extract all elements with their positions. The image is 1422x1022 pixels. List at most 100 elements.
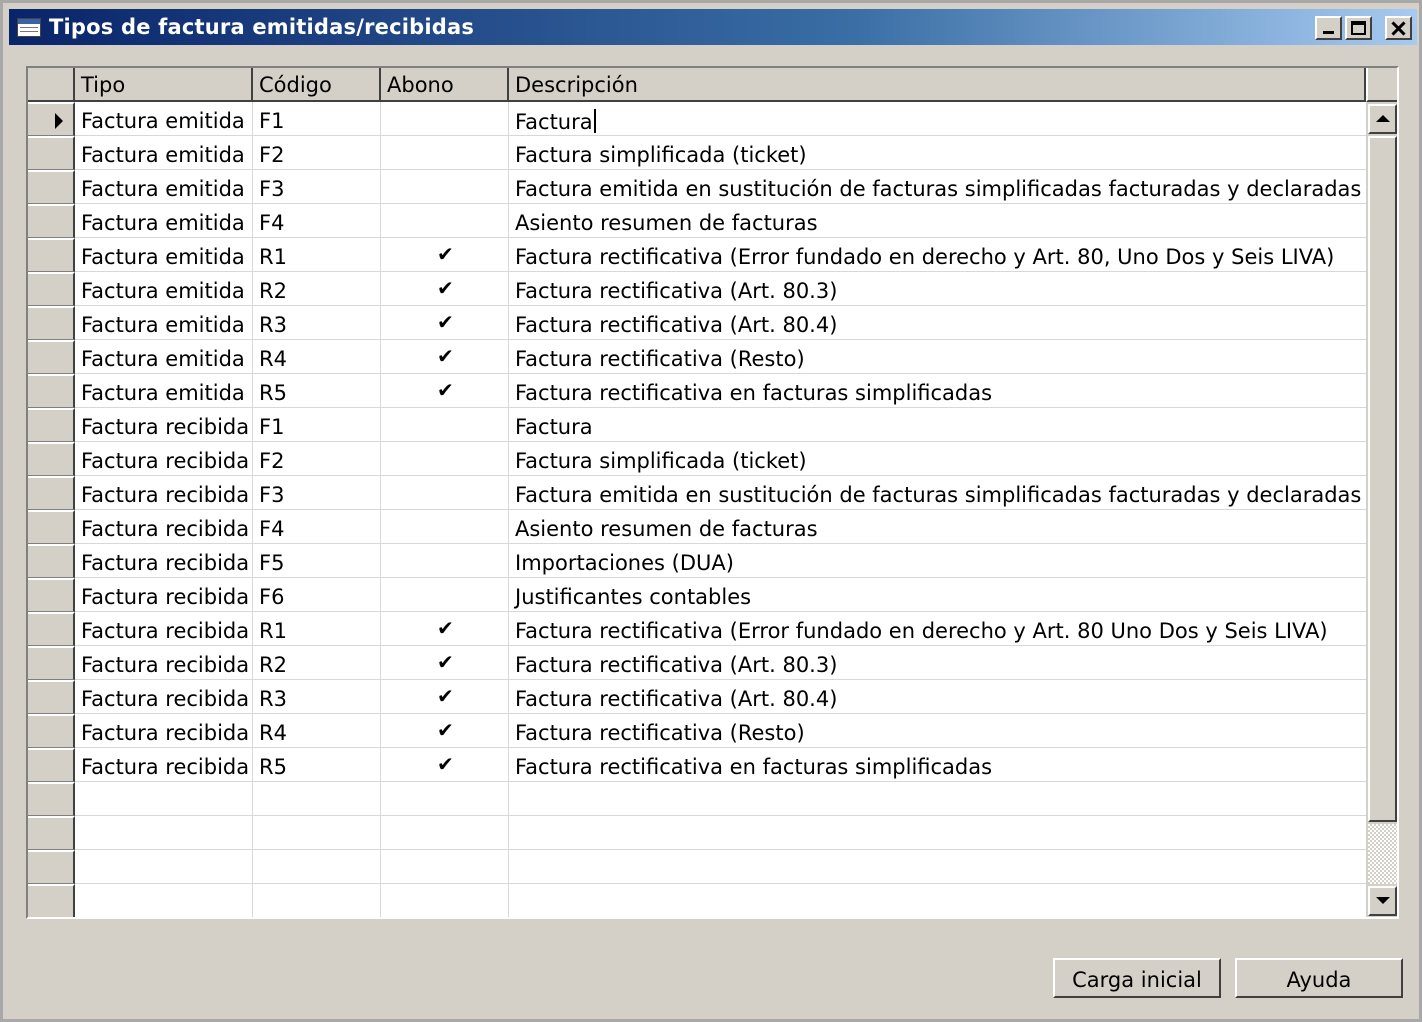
- row-selector[interactable]: [28, 510, 75, 544]
- empty-row[interactable]: [75, 850, 1366, 884]
- row-selector[interactable]: [28, 442, 75, 476]
- cell-descripcion[interactable]: [509, 782, 1366, 816]
- cell-tipo[interactable]: Factura recibida: [75, 510, 253, 544]
- table-row[interactable]: Factura emitida R5 Factura rectificativa e…: [75, 374, 1366, 408]
- table-row[interactable]: Factura emitida F2 Factura simplificada (t…: [75, 136, 1366, 170]
- row-selector[interactable]: [28, 816, 75, 850]
- cell-descripcion[interactable]: Factura simplificada (ticket): [509, 136, 1366, 170]
- cell-codigo[interactable]: F2: [253, 136, 381, 170]
- cell-codigo[interactable]: [253, 816, 381, 850]
- cell-tipo[interactable]: Factura emitida: [75, 374, 253, 408]
- cell-descripcion[interactable]: Factura rectificativa en facturas simpli…: [509, 748, 1366, 782]
- cell-descripcion[interactable]: Asiento resumen de facturas: [509, 510, 1366, 544]
- cell-abono[interactable]: [381, 816, 509, 850]
- table-row[interactable]: Factura emitida R1 Factura rectificativa (…: [75, 238, 1366, 272]
- cell-descripcion[interactable]: Factura rectificativa (Art. 80.3): [509, 272, 1366, 306]
- cell-descripcion[interactable]: Justificantes contables: [509, 578, 1366, 612]
- cell-abono[interactable]: [381, 102, 509, 136]
- cell-codigo[interactable]: R4: [253, 714, 381, 748]
- cell-tipo[interactable]: [75, 850, 253, 884]
- cell-descripcion[interactable]: Factura rectificativa (Error fundado en …: [509, 612, 1366, 646]
- table-row[interactable]: Factura recibida R5 Factura rectificativa …: [75, 748, 1366, 782]
- row-selector[interactable]: [28, 578, 75, 612]
- row-selector[interactable]: [28, 170, 75, 204]
- column-header-abono[interactable]: Abono: [381, 68, 509, 102]
- cell-codigo[interactable]: R1: [253, 238, 381, 272]
- cell-tipo[interactable]: Factura recibida: [75, 646, 253, 680]
- table-row[interactable]: Factura recibida F6 Justificantes contable…: [75, 578, 1366, 612]
- cell-abono[interactable]: [381, 510, 509, 544]
- grid-corner[interactable]: [28, 68, 75, 102]
- cell-descripcion[interactable]: [509, 884, 1366, 917]
- cell-tipo[interactable]: Factura emitida: [75, 102, 253, 136]
- cell-codigo[interactable]: R2: [253, 646, 381, 680]
- cell-tipo[interactable]: Factura recibida: [75, 442, 253, 476]
- cell-descripcion[interactable]: Factura rectificativa en facturas simpli…: [509, 374, 1366, 408]
- cell-tipo[interactable]: Factura emitida: [75, 306, 253, 340]
- cell-descripcion[interactable]: Factura rectificativa (Error fundado en …: [509, 238, 1366, 272]
- row-selector[interactable]: [28, 306, 75, 340]
- cell-descripcion[interactable]: Asiento resumen de facturas: [509, 204, 1366, 238]
- column-header-descripcion[interactable]: Descripción: [509, 68, 1366, 102]
- column-header-codigo[interactable]: Código: [253, 68, 381, 102]
- cell-codigo[interactable]: F3: [253, 170, 381, 204]
- table-row[interactable]: Factura recibida F1 Factura: [75, 408, 1366, 442]
- cell-descripcion[interactable]: Factura emitida en sustitución de factur…: [509, 170, 1366, 204]
- cell-abono[interactable]: [381, 782, 509, 816]
- cell-codigo[interactable]: R5: [253, 748, 381, 782]
- cell-abono[interactable]: [381, 442, 509, 476]
- cell-tipo[interactable]: Factura recibida: [75, 748, 253, 782]
- cell-tipo[interactable]: [75, 782, 253, 816]
- cell-codigo[interactable]: R4: [253, 340, 381, 374]
- cell-abono[interactable]: [381, 408, 509, 442]
- cell-descripcion[interactable]: Factura emitida en sustitución de factur…: [509, 476, 1366, 510]
- cell-codigo[interactable]: [253, 782, 381, 816]
- cell-codigo[interactable]: R3: [253, 306, 381, 340]
- cell-descripcion[interactable]: Factura simplificada (ticket): [509, 442, 1366, 476]
- cell-tipo[interactable]: Factura recibida: [75, 408, 253, 442]
- scroll-up-button[interactable]: [1368, 104, 1397, 134]
- row-selector[interactable]: [28, 850, 75, 884]
- column-header-tipo[interactable]: Tipo: [75, 68, 253, 102]
- row-selector[interactable]: [28, 884, 75, 917]
- cell-tipo[interactable]: Factura emitida: [75, 170, 253, 204]
- cell-descripcion[interactable]: Factura rectificativa (Art. 80.4): [509, 680, 1366, 714]
- row-selector[interactable]: [28, 544, 75, 578]
- cell-tipo[interactable]: Factura emitida: [75, 238, 253, 272]
- cell-codigo[interactable]: [253, 884, 381, 917]
- cell-tipo[interactable]: [75, 816, 253, 850]
- cell-tipo[interactable]: Factura recibida: [75, 544, 253, 578]
- row-selector[interactable]: [28, 374, 75, 408]
- cell-tipo[interactable]: Factura recibida: [75, 680, 253, 714]
- scroll-track[interactable]: [1368, 824, 1397, 884]
- cell-descripcion[interactable]: Factura rectificativa (Art. 80.3): [509, 646, 1366, 680]
- cell-abono[interactable]: [381, 170, 509, 204]
- cell-descripcion[interactable]: [509, 816, 1366, 850]
- cell-abono[interactable]: [381, 136, 509, 170]
- row-selector[interactable]: [28, 680, 75, 714]
- cell-codigo[interactable]: F5: [253, 544, 381, 578]
- empty-row[interactable]: [75, 782, 1366, 816]
- cell-codigo[interactable]: F3: [253, 476, 381, 510]
- cell-descripcion[interactable]: Factura rectificativa (Resto): [509, 340, 1366, 374]
- cell-descripcion[interactable]: Factura: [509, 102, 1366, 136]
- cell-descripcion[interactable]: Factura: [509, 408, 1366, 442]
- table-row[interactable]: Factura emitida R3 Factura rectificativa (…: [75, 306, 1366, 340]
- cell-codigo[interactable]: R3: [253, 680, 381, 714]
- row-selector[interactable]: [28, 102, 75, 136]
- row-selector[interactable]: [28, 782, 75, 816]
- row-selector[interactable]: [28, 238, 75, 272]
- cell-tipo[interactable]: Factura recibida: [75, 578, 253, 612]
- row-selector[interactable]: [28, 204, 75, 238]
- cell-descripcion[interactable]: Factura rectificativa (Art. 80.4): [509, 306, 1366, 340]
- empty-row[interactable]: [75, 816, 1366, 850]
- row-selector[interactable]: [28, 272, 75, 306]
- scroll-thumb[interactable]: [1368, 136, 1397, 822]
- cell-tipo[interactable]: Factura emitida: [75, 136, 253, 170]
- row-selector[interactable]: [28, 646, 75, 680]
- table-row[interactable]: Factura recibida F2 Factura simplificada (…: [75, 442, 1366, 476]
- table-row[interactable]: Factura recibida F5 Importaciones (DUA): [75, 544, 1366, 578]
- row-selector[interactable]: [28, 476, 75, 510]
- cell-codigo[interactable]: F4: [253, 510, 381, 544]
- close-button[interactable]: [1385, 16, 1412, 40]
